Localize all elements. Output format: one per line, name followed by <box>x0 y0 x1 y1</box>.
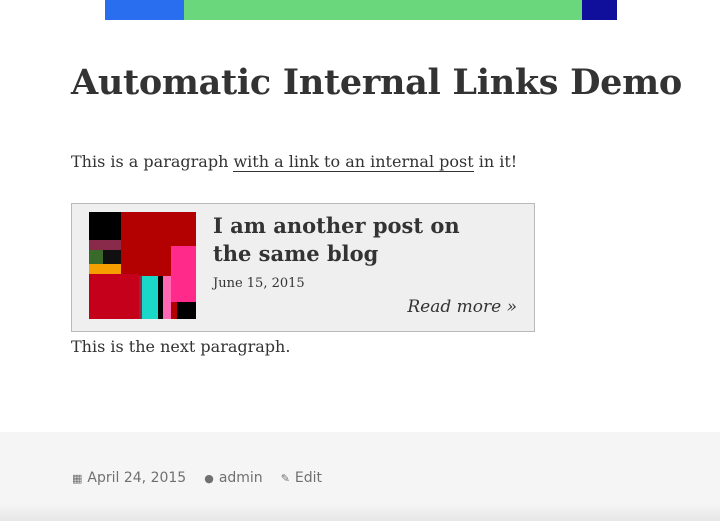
card-post-title[interactable]: I am another post on the same blog <box>213 212 503 268</box>
internal-post-link[interactable]: with a link to an internal post <box>233 152 474 172</box>
banner-segment-navy <box>582 0 617 20</box>
post-thumbnail[interactable] <box>89 212 196 319</box>
thumb-block <box>89 212 121 240</box>
thumb-block <box>89 264 121 274</box>
thumb-block <box>103 250 121 264</box>
post-meta: ▦ April 24, 2015 ● admin ✎ Edit <box>72 470 340 486</box>
banner-segment-blue <box>105 0 184 20</box>
banner-segment-green <box>184 0 582 20</box>
thumb-block <box>89 240 121 250</box>
paragraph-with-link: This is a paragraph with a link to an in… <box>71 150 517 174</box>
paragraph-text-after: in it! <box>473 152 518 171</box>
entry-footer: ▦ April 24, 2015 ● admin ✎ Edit <box>0 432 720 521</box>
thumb-block <box>171 246 196 302</box>
internal-link-card[interactable]: I am another post on the same blog June … <box>71 203 535 332</box>
post-author-link[interactable]: admin <box>219 470 263 486</box>
read-more-link[interactable]: Read more » <box>407 297 517 317</box>
calendar-icon: ▦ <box>72 471 83 485</box>
post-title: Automatic Internal Links Demo <box>71 62 682 103</box>
pencil-icon: ✎ <box>280 471 290 485</box>
thumb-block <box>163 276 171 319</box>
thumb-block <box>177 302 196 319</box>
footer-shadow <box>0 503 720 521</box>
thumb-block <box>142 276 158 319</box>
next-paragraph: This is the next paragraph. <box>71 337 291 356</box>
card-post-date: June 15, 2015 <box>213 276 305 291</box>
thumb-block <box>89 274 139 319</box>
person-icon: ● <box>204 471 214 485</box>
paragraph-text-before: This is a paragraph <box>71 152 234 171</box>
header-banner-image <box>105 0 617 20</box>
post-author-item[interactable]: ● admin <box>204 470 262 486</box>
post-date-item[interactable]: ▦ April 24, 2015 <box>72 470 186 486</box>
post-date-link[interactable]: April 24, 2015 <box>87 470 186 486</box>
edit-post-item[interactable]: ✎ Edit <box>281 470 322 486</box>
edit-post-link[interactable]: Edit <box>295 470 322 486</box>
